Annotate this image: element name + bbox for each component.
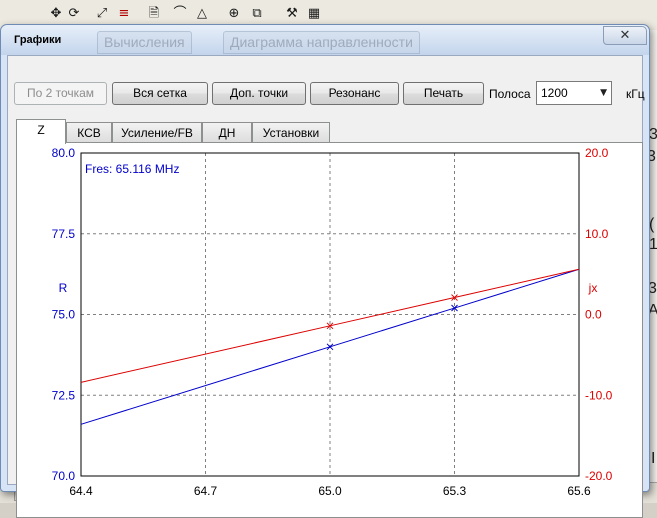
dialog-client-area: По 2 точкам Вся сетка Доп. точки Резонан…	[7, 55, 645, 518]
tab-z[interactable]: Z	[16, 119, 66, 144]
wave-icon[interactable]: ⌒	[172, 6, 188, 22]
copy-icon[interactable]: ⧉	[249, 6, 265, 22]
graphs-dialog: Вычисления Диаграмма направленности Граф…	[0, 24, 650, 518]
y-right-tick-label: 10.0	[585, 227, 609, 241]
background-text: I	[651, 450, 656, 467]
background-tab: Вычисления	[97, 31, 192, 54]
calculator-icon[interactable]: ▦	[306, 6, 322, 22]
y-right-tick-label: -10.0	[585, 388, 613, 402]
x-tick-label: 64.4	[69, 484, 93, 498]
document-icon[interactable]: 🗎	[146, 6, 162, 22]
tab-panel-z: 64.4 64.7 65.0 65.3 65.6 80.0 77.5 75.0 72.5 70.0…	[16, 142, 643, 518]
extra-points-button[interactable]: Доп. точки	[212, 82, 306, 105]
rotate-icon[interactable]: ⟳	[66, 6, 82, 22]
full-grid-button[interactable]: Вся сетка	[112, 82, 208, 105]
series-marker-R	[326, 343, 334, 351]
resonance-button[interactable]: Резонанс	[310, 82, 399, 105]
background-tab: Диаграмма направленности	[223, 31, 420, 54]
y-left-tick-label: 72.5	[52, 388, 76, 402]
chevron-down-icon: ▼	[600, 88, 607, 98]
band-value: 1200	[541, 86, 568, 100]
close-button[interactable]: ✕	[603, 26, 647, 45]
y-right-tick-label: -20.0	[585, 469, 613, 483]
y-right-tick-label: 20.0	[585, 146, 609, 160]
band-label: Полоса	[489, 87, 531, 101]
background-text: 3	[649, 126, 657, 143]
wires-icon[interactable]: ≡	[116, 6, 132, 22]
tab-gain-fb[interactable]: Усиление/FB	[112, 122, 202, 143]
tab-pattern[interactable]: ДН	[202, 122, 252, 143]
x-tick-label: 65.3	[443, 484, 467, 498]
x-tick-label: 64.7	[194, 484, 218, 498]
triangle-icon[interactable]: △	[194, 6, 210, 22]
tab-settings[interactable]: Установки	[252, 122, 330, 143]
y-right-axis-label: jx	[588, 281, 598, 295]
y-left-axis-label: R	[59, 281, 68, 295]
move-icon[interactable]: ✥	[48, 6, 64, 22]
by-two-points-button[interactable]: По 2 точкам	[14, 82, 107, 105]
band-unit-label: кГц	[626, 87, 645, 101]
impedance-chart: 64.4 64.7 65.0 65.3 65.6 80.0 77.5 75.0 72.5 70.0…	[52, 146, 613, 498]
tab-swr[interactable]: КСВ	[66, 122, 112, 143]
dialog-title: Графики	[14, 34, 62, 46]
tools-icon[interactable]: ⚒	[284, 6, 300, 22]
scale-icon[interactable]: ⤢	[94, 6, 110, 22]
x-tick-label: 65.6	[567, 484, 591, 498]
dialog-titlebar[interactable]: Вычисления Диаграмма направленности Граф…	[1, 25, 649, 55]
y-left-tick-label: 75.0	[52, 308, 76, 322]
target-icon[interactable]: ⊕	[226, 6, 242, 22]
y-left-tick-label: 80.0	[52, 146, 76, 160]
print-button[interactable]: Печать	[403, 82, 484, 105]
background-text: 1.	[649, 236, 657, 253]
x-tick-label: 65.0	[318, 484, 342, 498]
close-icon: ✕	[619, 28, 631, 43]
y-right-tick-label: 0.0	[585, 308, 602, 322]
resonance-annotation: Fres: 65.116 MHz	[85, 162, 179, 176]
y-left-tick-label: 77.5	[52, 227, 76, 241]
band-select[interactable]: 1200 ▼	[536, 81, 612, 105]
y-left-tick-label: 70.0	[52, 469, 76, 483]
